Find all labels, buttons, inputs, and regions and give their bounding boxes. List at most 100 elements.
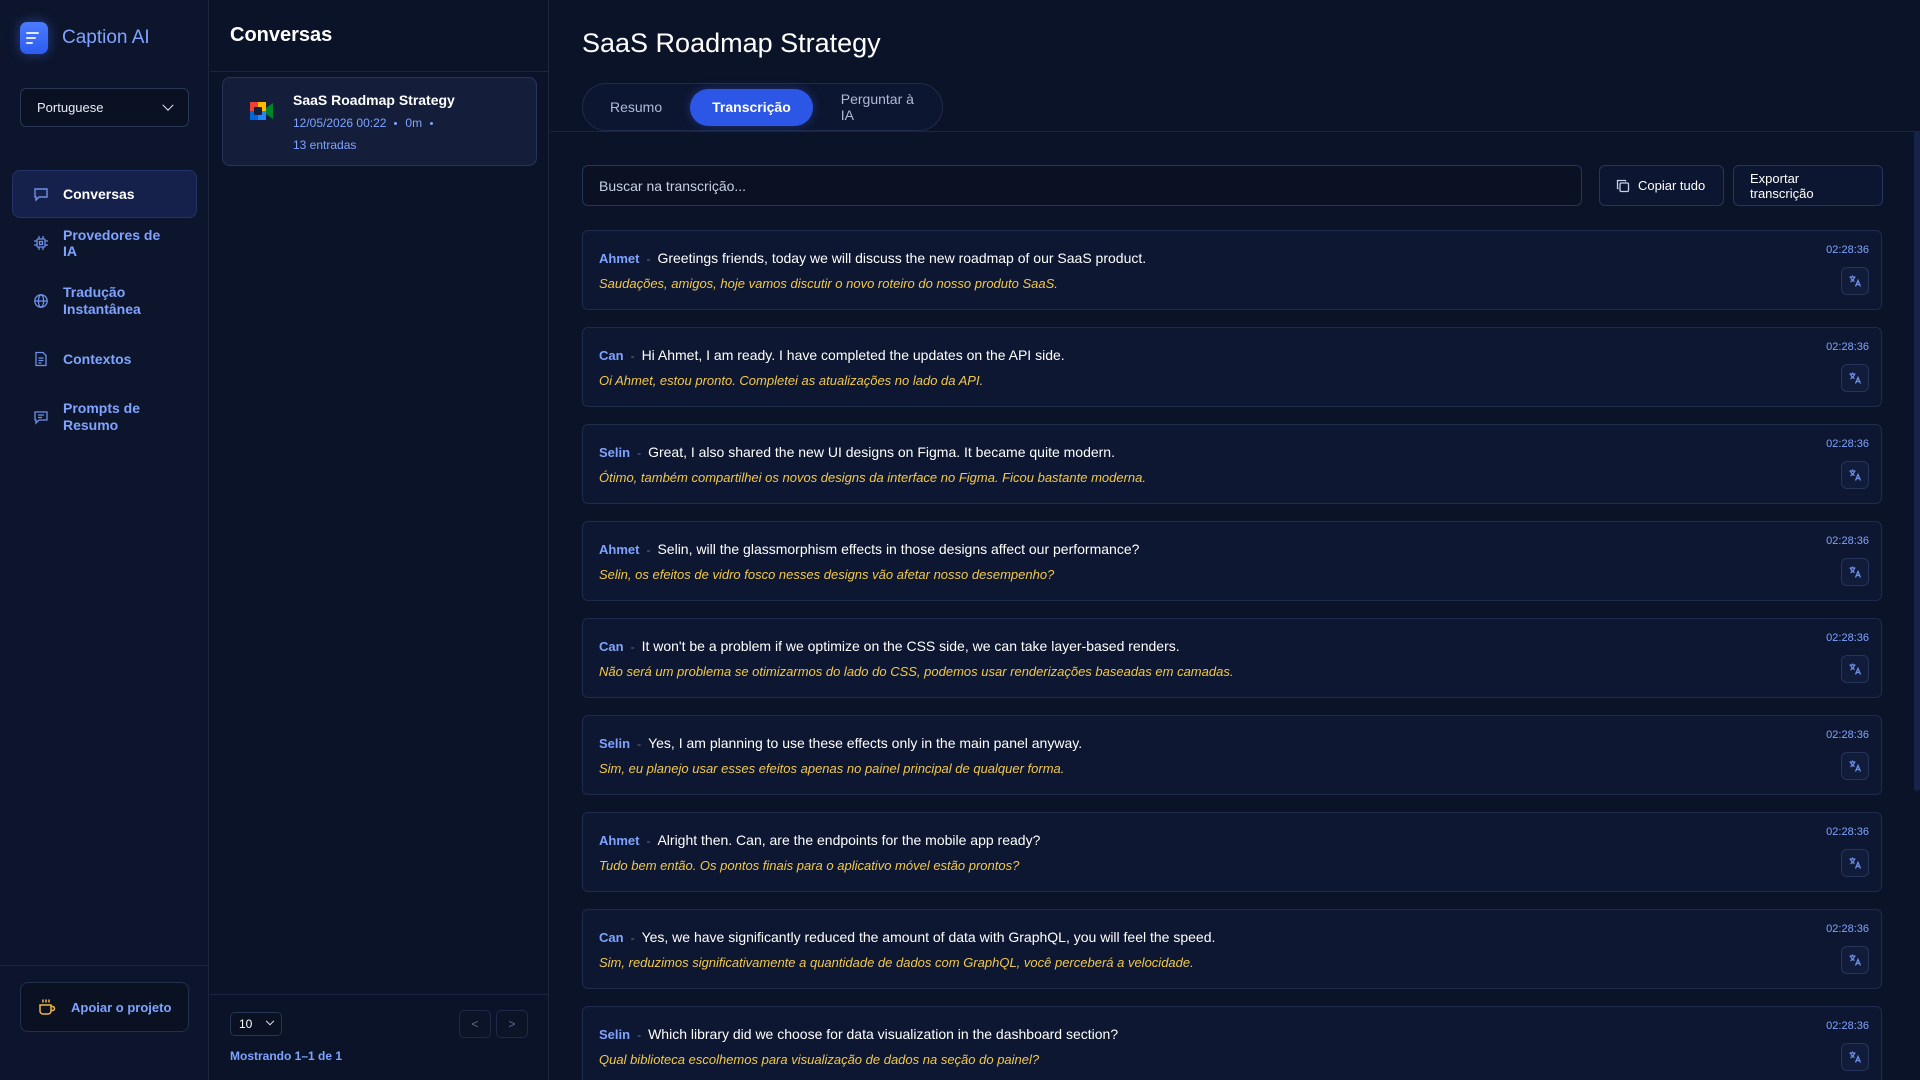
sidebar-item-traducao[interactable]: Tradução Instantânea bbox=[12, 268, 197, 334]
translate-button[interactable] bbox=[1841, 946, 1869, 974]
entry-original-line: Selin - Yes, I am planning to use these … bbox=[599, 735, 1082, 751]
conversation-entry-count: 13 entradas bbox=[293, 138, 357, 152]
entry-original-line: Selin - Which library did we choose for … bbox=[599, 1026, 1118, 1042]
entry-separator: - bbox=[646, 834, 651, 848]
translate-button[interactable] bbox=[1841, 558, 1869, 586]
transcript-entry: Ahmet - Alright then. Can, are the endpo… bbox=[582, 812, 1882, 892]
document-icon bbox=[35, 351, 47, 367]
divider bbox=[210, 994, 548, 995]
transcript-entry: Can - Hi Ahmet, I am ready. I have compl… bbox=[582, 327, 1882, 407]
language-select-value: Portuguese bbox=[37, 100, 104, 115]
translate-button[interactable] bbox=[1841, 1043, 1869, 1071]
sidebar-item-conversas[interactable]: Conversas bbox=[12, 170, 197, 218]
sidebar: Caption AI Portuguese Conversas Provedor… bbox=[0, 0, 209, 1080]
chat-icon bbox=[34, 188, 48, 202]
entry-separator: - bbox=[637, 1028, 642, 1042]
transcript-entry: Ahmet - Selin, will the glassmorphism ef… bbox=[582, 521, 1882, 601]
message-square-icon bbox=[34, 411, 48, 425]
translate-icon bbox=[1849, 954, 1862, 966]
entry-speaker: Ahmet bbox=[599, 542, 640, 557]
pagination-status: Mostrando 1–1 de 1 bbox=[230, 1049, 343, 1063]
transcript-search-input[interactable]: Buscar na transcrição... bbox=[582, 165, 1582, 206]
sidebar-item-label: Tradução Instantânea bbox=[63, 284, 141, 317]
transcript-entry: Selin - Great, I also shared the new UI … bbox=[582, 424, 1882, 504]
conversation-list-panel: Conversas SaaS Roadmap Strategy 12/05/20… bbox=[210, 0, 549, 1080]
sidebar-item-label: Provedores de IA bbox=[63, 227, 161, 259]
sidebar-item-provedores[interactable]: Provedores de IA bbox=[12, 219, 197, 267]
entry-separator: - bbox=[630, 931, 635, 945]
translate-button[interactable] bbox=[1841, 752, 1869, 780]
entry-timestamp: 02:28:36 bbox=[1826, 341, 1869, 353]
translate-icon bbox=[1849, 566, 1862, 578]
page-size-value: 10 bbox=[239, 1017, 253, 1031]
entry-translation: Sim, eu planejo usar esses efeitos apena… bbox=[599, 761, 1065, 776]
sidebar-divider bbox=[0, 965, 208, 966]
brand[interactable]: Caption AI bbox=[20, 22, 150, 54]
entry-speaker: Selin bbox=[599, 445, 631, 460]
entry-translation: Sim, reduzimos significativamente a quan… bbox=[599, 955, 1194, 970]
conversation-card[interactable]: SaaS Roadmap Strategy 12/05/2026 00:22 0… bbox=[222, 77, 537, 166]
entry-speaker: Ahmet bbox=[599, 251, 640, 266]
tab-resumo[interactable]: Resumo bbox=[588, 89, 684, 126]
sidebar-item-contextos[interactable]: Contextos bbox=[12, 335, 197, 383]
transcript-entry: Ahmet - Greetings friends, today we will… bbox=[582, 230, 1882, 310]
entry-timestamp: 02:28:36 bbox=[1826, 438, 1869, 450]
conversation-date: 12/05/2026 00:22 bbox=[293, 116, 387, 130]
entry-original-line: Can - Yes, we have significantly reduced… bbox=[599, 929, 1215, 945]
prev-page-button[interactable]: < bbox=[459, 1010, 491, 1038]
app-name: Caption AI bbox=[62, 27, 150, 48]
language-select[interactable]: Portuguese bbox=[20, 88, 189, 127]
translate-icon bbox=[1849, 663, 1862, 675]
entry-timestamp: 02:28:36 bbox=[1826, 632, 1869, 644]
entry-translation: Oi Ahmet, estou pronto. Completei as atu… bbox=[599, 373, 984, 388]
next-page-button[interactable]: > bbox=[496, 1010, 528, 1038]
sidebar-item-prompts[interactable]: Prompts de Resumo bbox=[12, 384, 197, 450]
entry-separator: - bbox=[646, 252, 651, 266]
entry-speaker: Selin bbox=[599, 1027, 631, 1042]
tab-bar: Resumo Transcrição Perguntar à IA bbox=[582, 83, 943, 131]
entry-text: Great, I also shared the new UI designs … bbox=[648, 444, 1115, 460]
entry-translation: Não será um problema se otimizarmos do l… bbox=[599, 664, 1234, 679]
page-size-select[interactable]: 10 bbox=[230, 1012, 282, 1036]
entry-text: It won't be a problem if we optimize on … bbox=[641, 638, 1180, 654]
entry-speaker: Ahmet bbox=[599, 833, 640, 848]
sidebar-item-label: Contextos bbox=[63, 351, 132, 367]
entry-original-line: Selin - Great, I also shared the new UI … bbox=[599, 444, 1115, 460]
chip-icon bbox=[34, 236, 48, 250]
translate-button[interactable] bbox=[1841, 461, 1869, 489]
translate-button[interactable] bbox=[1841, 267, 1869, 295]
tab-transcricao[interactable]: Transcrição bbox=[690, 88, 813, 126]
export-transcript-button[interactable]: Exportar transcrição bbox=[1733, 165, 1883, 206]
entry-text: Which library did we choose for data vis… bbox=[648, 1026, 1119, 1042]
translate-icon bbox=[1849, 275, 1862, 287]
copy-all-button[interactable]: Copiar tudo bbox=[1599, 165, 1724, 206]
globe-icon bbox=[34, 294, 48, 308]
page-title: SaaS Roadmap Strategy bbox=[582, 28, 881, 58]
entry-text: Alright then. Can, are the endpoints for… bbox=[657, 832, 1041, 848]
sidebar-nav: Conversas Provedores de IA Tradução Inst… bbox=[12, 170, 197, 451]
entry-translation: Tudo bem então. Os pontos finais para o … bbox=[599, 858, 1020, 873]
support-label: Apoiar o projeto bbox=[71, 999, 172, 1015]
transcript-entry: Can - It won't be a problem if we optimi… bbox=[582, 618, 1882, 698]
separator-dot bbox=[394, 121, 398, 125]
translate-icon bbox=[1849, 1051, 1862, 1063]
conversation-duration: 0m bbox=[405, 116, 423, 130]
entry-timestamp: 02:28:36 bbox=[1826, 826, 1869, 838]
translate-button[interactable] bbox=[1841, 655, 1869, 683]
entry-text: Selin, will the glassmorphism effects in… bbox=[657, 541, 1140, 557]
translate-icon bbox=[1849, 469, 1862, 481]
tab-perguntar-ia[interactable]: Perguntar à IA bbox=[819, 89, 937, 126]
entry-text: Yes, I am planning to use these effects … bbox=[648, 735, 1083, 751]
entry-timestamp: 02:28:36 bbox=[1826, 1020, 1869, 1032]
entry-separator: - bbox=[646, 543, 651, 557]
entry-translation: Selin, os efeitos de vidro fosco nesses … bbox=[599, 567, 1055, 582]
support-button[interactable]: Apoiar o projeto bbox=[20, 982, 189, 1032]
scrollbar[interactable] bbox=[1914, 131, 1920, 791]
translate-button[interactable] bbox=[1841, 364, 1869, 392]
caption-logo-icon bbox=[20, 22, 48, 54]
translate-icon bbox=[1849, 760, 1862, 772]
translate-button[interactable] bbox=[1841, 849, 1869, 877]
entry-original-line: Can - It won't be a problem if we optimi… bbox=[599, 638, 1180, 654]
copy-icon bbox=[1616, 179, 1630, 192]
chevron-down-icon bbox=[162, 99, 174, 111]
